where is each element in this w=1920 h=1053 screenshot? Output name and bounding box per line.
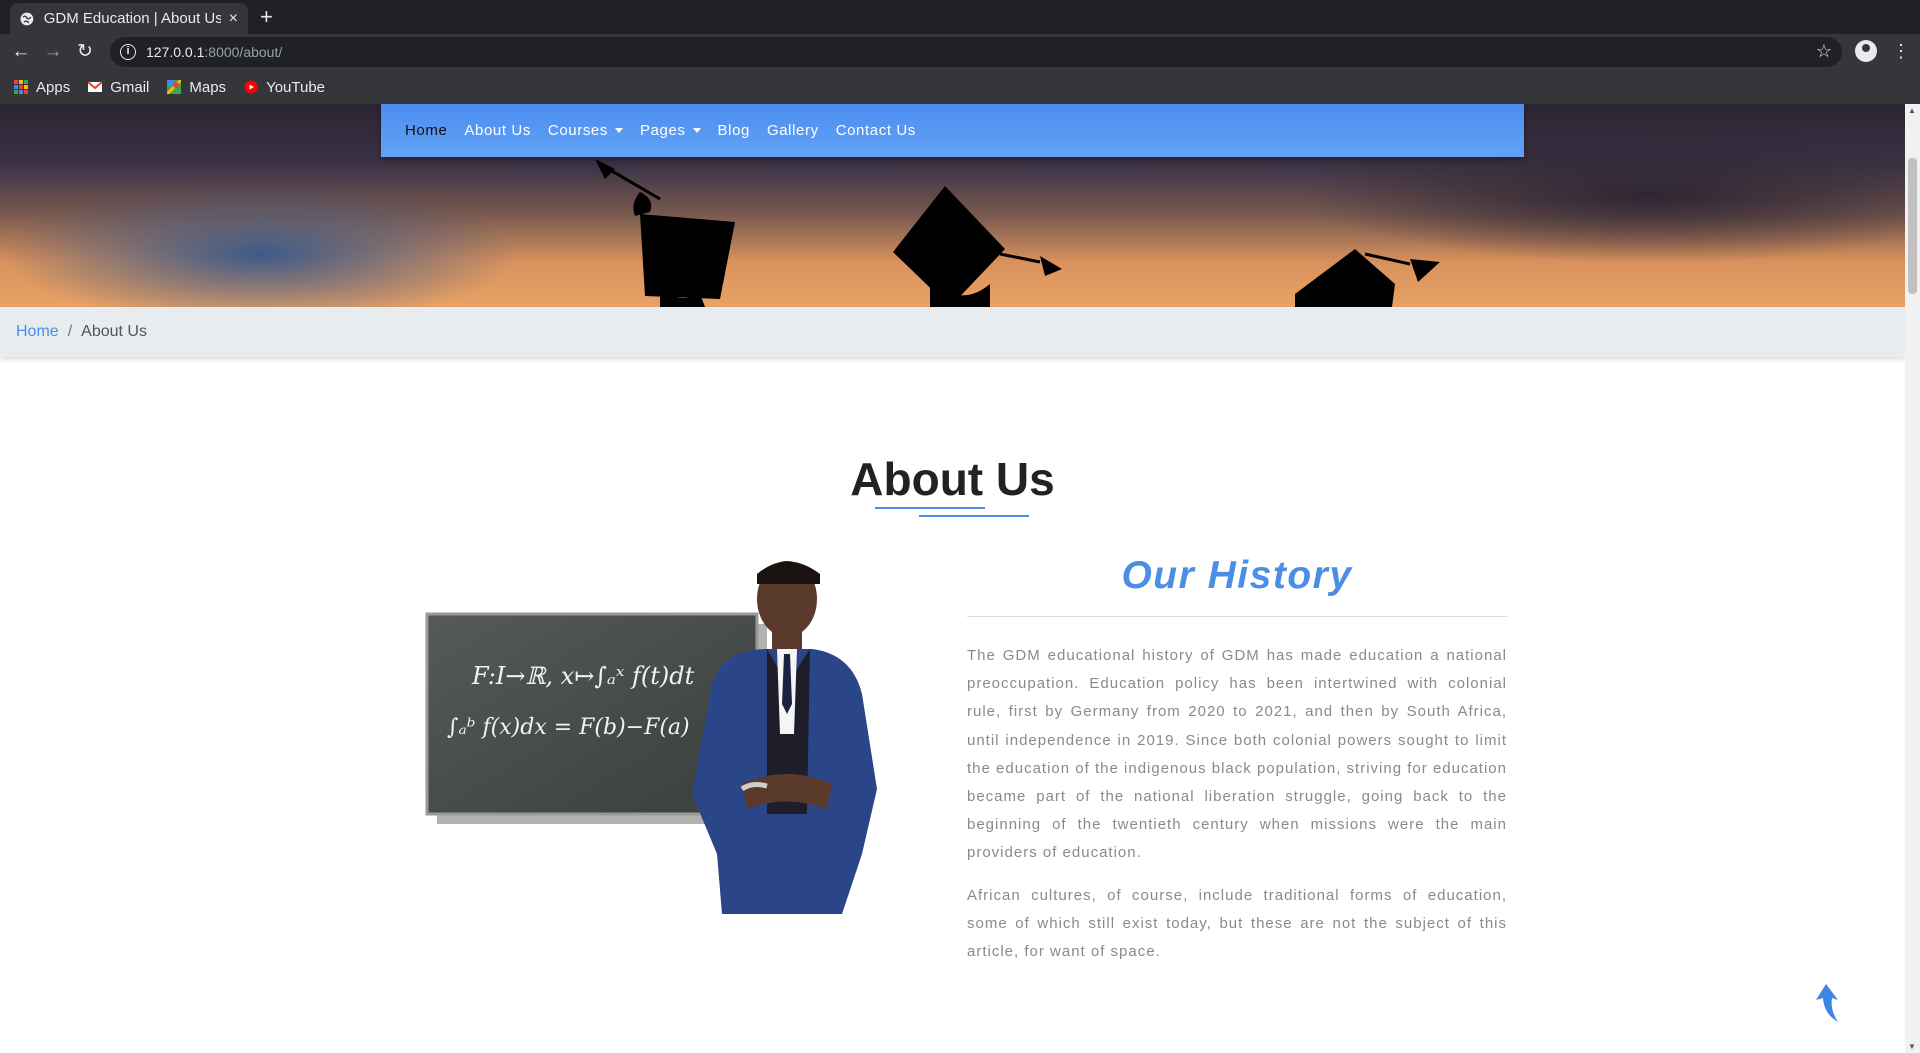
title-underline: [919, 515, 1029, 517]
page-scrollbar[interactable]: ▲ ▼: [1905, 104, 1920, 1053]
caret-down-icon: [692, 128, 701, 133]
back-arrow-icon[interactable]: ←: [10, 41, 32, 63]
bookmarks-bar: Apps Gmail Maps YouTube: [0, 70, 1920, 104]
bookmark-gmail[interactable]: Gmail: [88, 79, 149, 96]
bookmark-label: Apps: [36, 78, 71, 96]
back-to-top-arrow-icon[interactable]: [1814, 984, 1842, 1022]
caret-down-icon: [614, 128, 623, 133]
globe-icon: [20, 12, 34, 25]
history-paragraph-1: The GDM educational history of GDM has m…: [967, 647, 1507, 862]
browser-menu-icon[interactable]: ⋮: [1892, 40, 1910, 62]
board-formula-2: ∫ₐᵇ f(x)dx = F(b)−F(a): [447, 715, 690, 740]
scroll-down-arrow-icon[interactable]: ▼: [1908, 1042, 1916, 1051]
nav-blog[interactable]: Blog: [718, 122, 750, 139]
breadcrumb-current: About Us: [81, 323, 147, 340]
teacher-chalkboard-image: F:I→ℝ, x↦∫ₐˣ f(t)dt ∫ₐᵇ f(x)dx = F(b)−F(…: [425, 561, 877, 914]
bookmark-maps[interactable]: Maps: [167, 79, 226, 96]
bookmark-youtube[interactable]: YouTube: [244, 79, 325, 96]
url-path: :8000/about/: [204, 44, 283, 60]
bookmark-label: Maps: [189, 78, 227, 96]
breadcrumb: Home / About Us: [0, 307, 1905, 357]
url-host: 127.0.0.1: [146, 44, 205, 60]
nav-pages[interactable]: Pages: [640, 122, 701, 139]
history-title: Our History: [1121, 554, 1353, 597]
nav-contact-us[interactable]: Contact Us: [836, 122, 916, 139]
profile-avatar-icon[interactable]: [1855, 40, 1877, 62]
bookmark-star-icon[interactable]: ☆: [1816, 41, 1832, 62]
nav-pages-label: Pages: [639, 122, 686, 139]
breadcrumb-separator: /: [67, 323, 73, 340]
nav-about-us[interactable]: About Us: [464, 122, 531, 139]
nav-courses[interactable]: Courses: [548, 122, 623, 139]
bookmark-label: Gmail: [110, 78, 150, 96]
hero-banner: Home About Us Courses Pages Blog Gallery…: [0, 104, 1905, 307]
browser-tab-strip: GDM Education | About Us × +: [0, 0, 1920, 34]
page-title: About Us: [0, 452, 1905, 506]
maps-icon: [167, 80, 182, 94]
nav-gallery[interactable]: Gallery: [767, 122, 819, 139]
breadcrumb-home-link[interactable]: Home: [16, 323, 59, 341]
history-divider: [967, 616, 1507, 617]
browser-tab[interactable]: GDM Education | About Us ×: [10, 3, 248, 34]
forward-arrow-icon[interactable]: →: [42, 41, 64, 63]
page-viewport: Home About Us Courses Pages Blog Gallery…: [0, 104, 1905, 1053]
bookmark-apps[interactable]: Apps: [14, 79, 70, 96]
gmail-icon: [88, 81, 103, 92]
page-title-bold: Us: [995, 453, 1055, 505]
main-navbar: Home About Us Courses Pages Blog Gallery…: [381, 104, 1524, 157]
new-tab-button[interactable]: +: [260, 4, 273, 30]
page-title-light: About: [850, 453, 984, 505]
scrollbar-thumb[interactable]: [1908, 158, 1917, 294]
scroll-up-arrow-icon[interactable]: ▲: [1908, 106, 1916, 115]
tab-close-icon[interactable]: ×: [229, 10, 238, 28]
reload-icon[interactable]: ↻: [74, 41, 96, 63]
tab-title: GDM Education | About Us: [43, 10, 221, 27]
info-icon[interactable]: i: [120, 44, 136, 60]
browser-toolbar: ← → ↻ i 127.0.0.1:8000/about/ ☆: [0, 34, 1920, 70]
address-bar[interactable]: i 127.0.0.1:8000/about/ ☆: [110, 37, 1842, 67]
board-formula-1: F:I→ℝ, x↦∫ₐˣ f(t)dt: [471, 662, 695, 690]
nav-home[interactable]: Home: [405, 122, 447, 139]
apps-grid-icon: [14, 80, 28, 94]
nav-courses-label: Courses: [547, 122, 608, 139]
bookmark-label: YouTube: [266, 78, 326, 96]
title-underline: [875, 507, 985, 509]
history-paragraph-2: African cultures, of course, include tra…: [967, 887, 1507, 961]
youtube-icon: [244, 80, 258, 94]
